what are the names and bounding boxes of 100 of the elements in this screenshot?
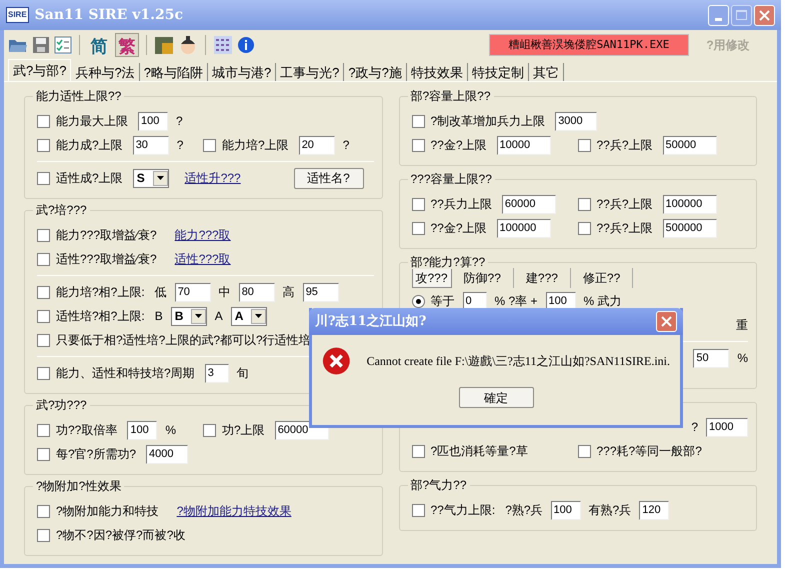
checkbox[interactable] — [412, 504, 424, 516]
checkbox[interactable] — [578, 138, 590, 152]
error-icon — [322, 345, 351, 377]
label: 旬 — [236, 365, 249, 382]
input-field[interactable]: 4000 — [146, 444, 188, 464]
checkbox[interactable] — [412, 114, 424, 128]
checkbox-label: 能力成?上限 — [56, 137, 123, 154]
input-field[interactable]: 100 — [127, 420, 158, 440]
tab[interactable]: 攻??? — [412, 268, 452, 288]
tab[interactable]: 防御?? — [464, 268, 514, 288]
checkbox-label: ??兵?上限 — [596, 220, 653, 237]
input-field[interactable]: 100 — [138, 112, 168, 130]
close-button[interactable] — [656, 311, 677, 332]
checkbox[interactable] — [37, 286, 50, 298]
dropdown[interactable]: A — [230, 306, 267, 326]
save-icon[interactable] — [32, 36, 50, 54]
checkbox-label: ??兵?上限 — [596, 196, 653, 213]
script-toggle-button[interactable]: 简 — [87, 33, 111, 57]
dropdown[interactable]: B — [170, 306, 207, 326]
input-field[interactable]: 1000 — [706, 418, 748, 436]
radio-button[interactable] — [412, 294, 424, 308]
label: ? — [176, 137, 184, 154]
checkbox[interactable] — [37, 424, 50, 436]
checkbox-label: ?物附加能力和特技 — [56, 503, 159, 520]
checkbox-label: ??气力上限: — [430, 502, 496, 519]
input-field[interactable]: 80 — [238, 282, 275, 302]
group-title: ?物附加?性效果 — [33, 479, 124, 493]
caret-icon — [254, 314, 262, 318]
input-field[interactable]: 3 — [204, 364, 229, 382]
checkbox-label: 能力最大上限 — [56, 113, 128, 130]
input-field[interactable]: 100 — [550, 500, 581, 520]
checkbox[interactable] — [412, 222, 424, 234]
tab[interactable]: 兵种与?法 — [71, 63, 140, 81]
input-field[interactable]: 500000 — [662, 218, 717, 238]
checkbox[interactable] — [203, 424, 216, 436]
input-field[interactable]: 70 — [174, 282, 211, 302]
label: % — [737, 350, 748, 367]
group-title: 能力适性上限?? — [33, 89, 124, 103]
input-field[interactable]: 100000 — [662, 194, 717, 214]
tab[interactable]: 修正?? — [582, 268, 634, 288]
checkbox[interactable] — [203, 138, 216, 152]
tab[interactable]: 武?与部? — [8, 59, 72, 81]
checkbox[interactable] — [412, 444, 424, 458]
input-field[interactable]: 50 — [693, 348, 730, 368]
label: B — [154, 308, 163, 325]
tab[interactable]: 建??? — [526, 268, 571, 288]
status-label: 糟岨楸善淏堍偻腔SAN11PK.EXE — [489, 34, 689, 56]
link[interactable]: 适性???取 — [174, 250, 231, 268]
input-field[interactable]: 10000 — [496, 136, 551, 154]
script-toggle-button[interactable]: 繁 — [115, 33, 139, 57]
checkbox[interactable] — [37, 528, 50, 542]
folder-icon[interactable] — [8, 37, 28, 53]
checklist-icon[interactable] — [54, 36, 72, 54]
tab[interactable]: 其它 — [528, 63, 564, 81]
checkbox-label: 适性培?相?上限: — [56, 308, 145, 325]
binary-icon[interactable] — [213, 35, 233, 55]
tab[interactable]: 城市与港? — [208, 63, 276, 81]
checkbox[interactable] — [412, 138, 424, 152]
checkbox[interactable] — [578, 444, 590, 458]
button[interactable]: 适性名? — [294, 168, 364, 188]
tab[interactable]: 工事与光? — [276, 63, 344, 81]
checkbox[interactable] — [37, 448, 50, 460]
checkbox[interactable] — [37, 504, 50, 518]
window-title: San11 SIRE v1.25c — [34, 6, 183, 24]
input-field[interactable]: 50000 — [662, 136, 717, 154]
checkbox[interactable] — [412, 198, 424, 210]
link[interactable]: ?物附加能力特技效果 — [176, 502, 292, 520]
checkbox[interactable] — [37, 310, 50, 322]
tab[interactable]: ?政与?施 — [344, 63, 407, 81]
checkbox[interactable] — [37, 334, 50, 346]
checkbox[interactable] — [37, 138, 50, 152]
input-field[interactable]: 3000 — [555, 112, 598, 130]
label: 高 — [282, 284, 295, 301]
label: 低 — [154, 284, 167, 301]
ok-button[interactable]: 確定 — [458, 387, 534, 408]
checkbox[interactable] — [578, 198, 590, 210]
checkbox[interactable] — [578, 222, 590, 234]
tab[interactable]: ?略与陷阱 — [140, 63, 208, 81]
link[interactable]: 能力???取 — [174, 226, 231, 244]
checkbox[interactable] — [37, 114, 50, 128]
label: 有熟?兵 — [588, 502, 632, 519]
input-field[interactable]: 60000 — [502, 194, 556, 214]
checkbox[interactable] — [37, 228, 50, 242]
tab[interactable]: 特技定制 — [468, 63, 529, 81]
tab[interactable]: 特技效果 — [406, 63, 468, 81]
checkbox-label: 每?官?所需功? — [56, 446, 136, 463]
close-button[interactable] — [754, 4, 775, 26]
dropdown[interactable]: S — [132, 168, 169, 188]
input-field[interactable]: 100000 — [496, 218, 551, 238]
checkbox[interactable] — [37, 252, 50, 266]
info-icon[interactable] — [237, 36, 255, 54]
link[interactable]: 适性升??? — [184, 169, 241, 187]
checkbox[interactable] — [37, 172, 50, 184]
checkbox-label: 适性成?上限 — [56, 170, 123, 187]
minimize-button[interactable] — [708, 4, 729, 26]
input-field[interactable]: 95 — [302, 282, 339, 302]
input-field[interactable]: 30 — [132, 136, 169, 154]
input-field[interactable]: 120 — [639, 500, 670, 520]
checkbox[interactable] — [37, 366, 50, 380]
input-field[interactable]: 20 — [298, 136, 335, 154]
